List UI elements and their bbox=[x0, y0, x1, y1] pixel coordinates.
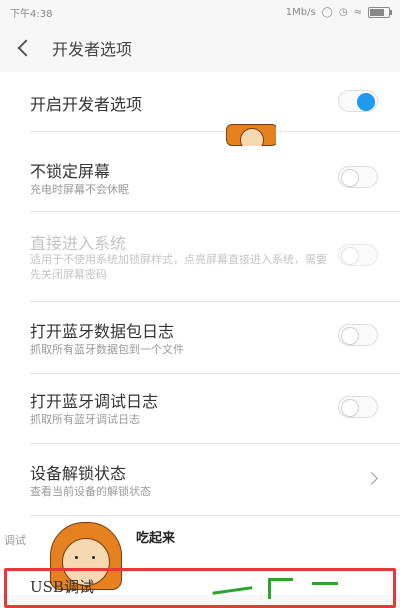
mascot-sticker-top bbox=[226, 124, 276, 146]
row-title: 不锁定屏幕 bbox=[30, 162, 111, 181]
row-title: 打开蓝牙调试日志 bbox=[30, 392, 159, 411]
row-subtitle: 充电时屏幕不会休眠 bbox=[30, 183, 129, 196]
net-speed: 1Mb/s bbox=[285, 6, 316, 18]
status-time: 下午4:38 bbox=[10, 8, 53, 20]
row-subtitle: 抓取所有蓝牙调试日志 bbox=[30, 413, 140, 426]
settings-row-direct-boot: 直接进入系统 适用于不使用系统加锁屏样式，点亮屏幕直接进入系统，需要先关闭屏幕密… bbox=[30, 212, 400, 302]
row-subtitle: 抓取所有蓝牙数据包到一个文件 bbox=[30, 343, 184, 356]
direct-boot-toggle bbox=[338, 244, 378, 266]
battery-icon bbox=[368, 6, 392, 18]
settings-row-unlock-status[interactable]: 设备解锁状态 查看当前设备的解锁状态 bbox=[30, 444, 400, 516]
settings-row-bt-debug-log[interactable]: 打开蓝牙调试日志 抓取所有蓝牙调试日志 bbox=[30, 374, 400, 444]
row-title: 打开蓝牙数据包日志 bbox=[30, 322, 175, 341]
headphone-icon: ◯ bbox=[321, 6, 333, 18]
status-bar: 下午4:38 1Mb/s ◯ ◷ ≈ bbox=[0, 0, 400, 24]
bt-snoop-log-toggle[interactable] bbox=[338, 324, 378, 346]
row-subtitle: 查看当前设备的解锁状态 bbox=[30, 485, 151, 498]
back-icon[interactable] bbox=[17, 39, 35, 57]
row-subtitle: 适用于不使用系统加锁屏样式，点亮屏幕直接进入系统，需要先关闭屏幕密码 bbox=[30, 253, 327, 281]
title-bar: 开发者选项 bbox=[0, 24, 400, 72]
row-title: 设备解锁状态 bbox=[30, 464, 127, 483]
annotation-mark bbox=[312, 582, 338, 599]
wifi-icon: ≈ bbox=[353, 6, 362, 18]
settings-row-bt-snoop-log[interactable]: 打开蓝牙数据包日志 抓取所有蓝牙数据包到一个文件 bbox=[30, 302, 400, 374]
settings-row-developer-options[interactable]: 开启开发者选项 bbox=[30, 72, 400, 132]
page-title: 开发者选项 bbox=[52, 40, 133, 59]
settings-panel: 开启开发者选项 不锁定屏幕 充电时屏幕不会休眠 直接进入系统 适用于不使用系统加… bbox=[0, 72, 400, 595]
bt-debug-log-toggle[interactable] bbox=[338, 396, 378, 418]
settings-row-stay-awake[interactable]: 不锁定屏幕 充电时屏幕不会休眠 bbox=[30, 144, 400, 212]
developer-options-toggle[interactable] bbox=[338, 90, 378, 112]
chevron-right-icon bbox=[365, 472, 378, 485]
row-title: 开启开发者选项 bbox=[30, 95, 143, 114]
row-title: 直接进入系统 bbox=[30, 234, 127, 253]
stay-awake-toggle[interactable] bbox=[338, 166, 378, 188]
annotation-mark bbox=[268, 578, 293, 599]
sticker-caption: 吃起来 bbox=[136, 531, 176, 546]
alarm-icon: ◷ bbox=[338, 6, 348, 18]
status-icons: 1Mb/s ◯ ◷ ≈ bbox=[285, 6, 392, 18]
section-header-debug: 调试 bbox=[4, 534, 26, 547]
